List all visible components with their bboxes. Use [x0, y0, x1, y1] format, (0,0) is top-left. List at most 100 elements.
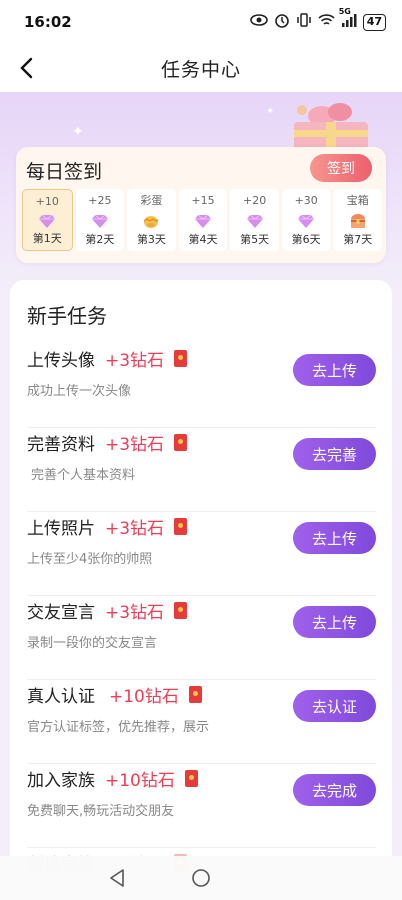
wifi-icon [318, 13, 335, 31]
task-reward: +3钻石 [105, 519, 165, 539]
signin-day-3[interactable]: 彩蛋 第3天 [127, 189, 176, 251]
day-label: 第1天 [32, 232, 62, 245]
day-label: 第3天 [136, 233, 166, 246]
system-nav-bar [0, 856, 402, 900]
gift-box-icon [294, 103, 368, 152]
square-recents-icon [276, 869, 294, 887]
day-label: 第4天 [188, 233, 218, 246]
task-name-row: 交友宣言 +3钻石 [27, 598, 188, 623]
nav-home-button[interactable] [189, 866, 213, 890]
network-type: 5G [338, 7, 351, 16]
diamond-icon [193, 213, 213, 229]
day-label: 第5天 [240, 233, 270, 246]
day-reward: +20 [242, 194, 267, 207]
verify-button[interactable]: 去认证 [293, 690, 376, 722]
signin-day-4[interactable]: +15 第4天 [178, 189, 228, 251]
task-name-row: 上传头像 +3钻石 [27, 346, 188, 371]
diamond-icon [37, 213, 57, 229]
newbie-tasks-card: 新手任务 上传头像 +3钻石 成功上传一次头像 去上传 完善资料 +3钻石 完善… [10, 280, 392, 880]
sparkle-icon: ✦ [266, 106, 275, 117]
task-reward: +10钻石 [109, 687, 179, 707]
upload-photos-button[interactable]: 去上传 [293, 522, 376, 554]
status-time: 16:02 [24, 13, 72, 31]
task-join-family: 加入家族 +10钻石 免费聊天,畅玩活动交朋友 去完成 [27, 764, 376, 848]
nav-back-button[interactable] [105, 866, 129, 890]
eye-icon [249, 14, 268, 30]
signin-title: 每日签到 [26, 161, 103, 183]
task-real-person-verify: 真人认证 +10钻石 官方认证标签，优先推荐，展示 去认证 [27, 680, 376, 764]
task-name: 真人认证 [27, 687, 95, 707]
triangle-back-icon [110, 869, 124, 887]
day-label: 第6天 [291, 233, 321, 246]
task-reward: +3钻石 [105, 603, 165, 623]
treasure-chest-icon [348, 213, 368, 229]
signin-day-6[interactable]: +30 第6天 [281, 189, 331, 251]
task-reward: +10钻石 [105, 771, 175, 791]
task-reward: +3钻石 [105, 435, 165, 455]
complete-profile-button[interactable]: 去完善 [293, 438, 376, 470]
page-title: 任务中心 [160, 58, 241, 81]
day-reward: +25 [88, 194, 112, 207]
battery-level: 47 [366, 14, 382, 28]
record-declaration-button[interactable]: 去上传 [293, 606, 376, 638]
task-upload-avatar: 上传头像 +3钻石 成功上传一次头像 去上传 [27, 344, 376, 428]
task-name-row: 加入家族 +10钻石 [27, 766, 198, 791]
task-desc: 上传至少4张你的帅照 [27, 552, 153, 567]
signin-day-7[interactable]: 宝箱 第7天 [333, 189, 383, 251]
day-reward: 彩蛋 [140, 194, 163, 207]
signin-button[interactable]: 签到 [310, 154, 372, 182]
diamond-icon [90, 213, 110, 229]
tasks-title: 新手任务 [27, 304, 107, 328]
task-name: 完善资料 [27, 435, 95, 455]
task-dating-declaration: 交友宣言 +3钻石 录制一段你的交友宣言 去上传 [27, 596, 376, 680]
upload-avatar-button[interactable]: 去上传 [293, 354, 376, 386]
task-name-row: 上传照片 +3钻石 [27, 514, 188, 539]
signin-day-5[interactable]: +20 第5天 [230, 189, 279, 251]
join-family-button[interactable]: 去完成 [293, 774, 376, 806]
egg-icon [141, 213, 161, 229]
signin-day-1[interactable]: +10 第1天 [22, 189, 73, 251]
chevron-left-icon [20, 57, 33, 79]
red-envelope-icon [188, 686, 202, 703]
task-desc: 成功上传一次头像 [27, 384, 132, 399]
battery-icon: 47 [362, 13, 386, 31]
day-label: 第7天 [343, 233, 373, 246]
vibrate-icon [296, 12, 312, 32]
task-name-row: 完善资料 +3钻石 [27, 430, 188, 455]
title-bar: 任务中心 [0, 44, 402, 92]
red-envelope-icon [174, 434, 188, 451]
status-icons: 5G 47 [249, 7, 386, 32]
task-desc: 免费聊天,畅玩活动交朋友 [27, 804, 175, 819]
circle-home-icon [192, 869, 210, 887]
diamond-icon [245, 213, 265, 229]
task-upload-photos: 上传照片 +3钻石 上传至少4张你的帅照 去上传 [27, 512, 376, 596]
alarm-icon [274, 12, 290, 32]
sparkle-icon: ✦ [72, 124, 84, 140]
task-name-row: 真人认证 +10钻石 [27, 682, 202, 707]
day-reward: +30 [294, 194, 318, 207]
task-reward: +3钻石 [105, 351, 165, 371]
day-reward: +15 [191, 194, 215, 207]
back-button[interactable] [10, 52, 42, 84]
red-envelope-icon [184, 770, 198, 787]
status-bar: 16:02 5G 47 [0, 0, 402, 44]
task-name: 上传照片 [27, 519, 95, 539]
task-name: 上传头像 [27, 351, 95, 371]
signin-day-2[interactable]: +25 第2天 [75, 189, 125, 251]
signin-days: +10 第1天 +25 第2天 彩蛋 第3天 +15 第4天 +20 第5天 +… [22, 189, 383, 251]
diamond-icon [296, 213, 316, 229]
daily-signin-card: 每日签到 签到 +10 第1天 +25 第2天 彩蛋 第3天 +15 第4天 +… [16, 147, 386, 263]
task-name: 交友宣言 [27, 603, 95, 623]
red-envelope-icon [174, 602, 188, 619]
task-desc: 完善个人基本资料 [31, 468, 136, 483]
day-reward: +10 [35, 195, 59, 208]
day-label: 第2天 [85, 233, 115, 246]
task-desc: 官方认证标签，优先推荐，展示 [27, 720, 210, 735]
cellular-signal-icon: 5G [339, 7, 357, 31]
red-envelope-icon [174, 518, 188, 535]
day-reward: 宝箱 [346, 194, 369, 207]
red-envelope-icon [174, 350, 188, 367]
task-desc: 录制一段你的交友宣言 [27, 636, 158, 651]
task-complete-profile: 完善资料 +3钻石 完善个人基本资料 去完善 [27, 428, 376, 512]
task-name: 加入家族 [27, 771, 95, 791]
